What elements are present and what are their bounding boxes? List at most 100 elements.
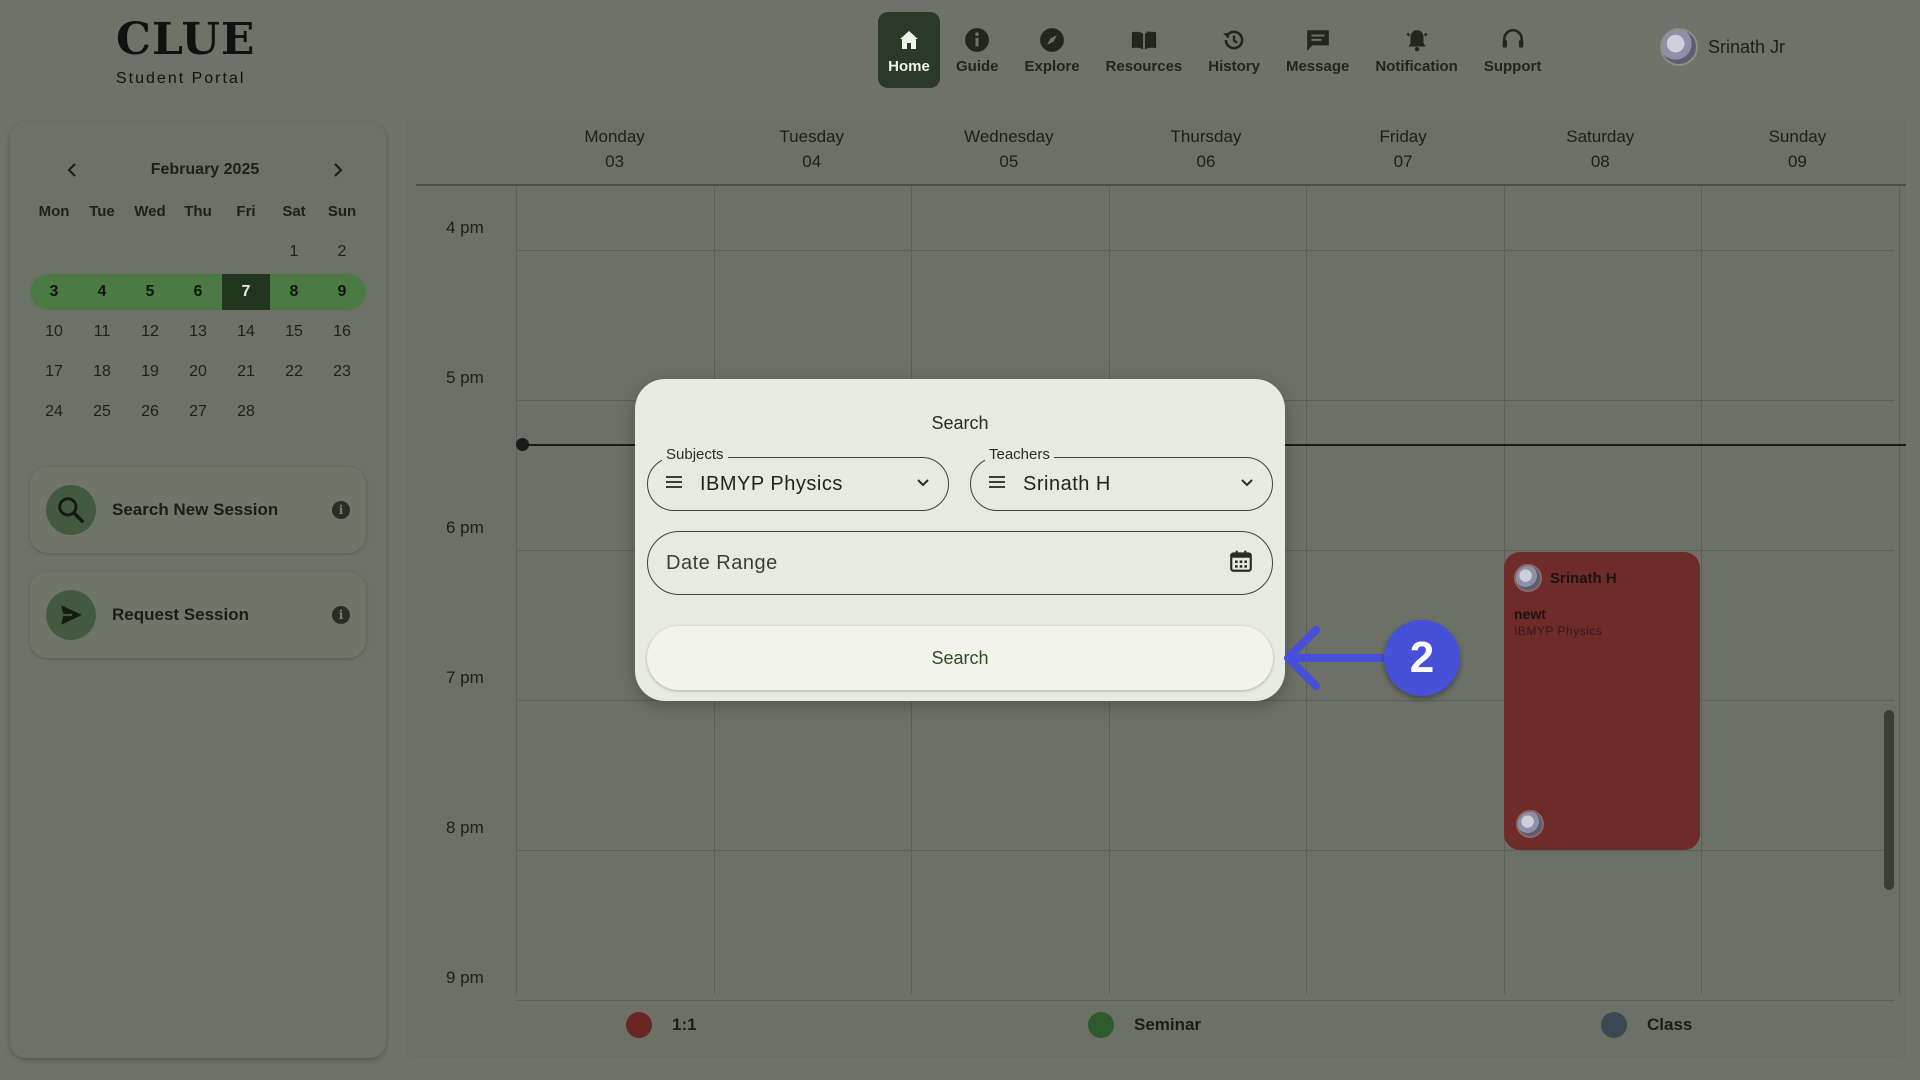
event-subject: IBMYP Physics: [1514, 624, 1603, 638]
calendar-day[interactable]: 20: [174, 354, 222, 390]
top-bar: CLUE Student Portal Home Guide Explore R…: [0, 0, 1920, 100]
nav-label: Explore: [1024, 57, 1080, 75]
calendar-day[interactable]: 4: [78, 274, 126, 310]
send-icon: [46, 590, 96, 640]
calendar-day[interactable]: 11: [78, 314, 126, 350]
day-name: Tuesday: [779, 127, 844, 146]
day-headers: Monday 03 Tuesday 04 Wednesday 05 Thursday 06 Fr…: [516, 120, 1896, 182]
calendar-day[interactable]: 14: [222, 314, 270, 350]
calendar-day[interactable]: 24: [30, 394, 78, 430]
logo-title: CLUE: [116, 14, 256, 65]
day-header: Saturday 08: [1502, 120, 1699, 182]
info-icon[interactable]: i: [332, 606, 350, 624]
search-icon: [46, 485, 96, 535]
calendar-day[interactable]: 7: [222, 274, 270, 310]
empty-day-cell: [78, 234, 126, 270]
book-icon: [1130, 26, 1158, 54]
nav-notification[interactable]: Notification: [1365, 12, 1468, 88]
day-header: Monday 03: [516, 120, 713, 182]
calendar-day[interactable]: 19: [126, 354, 174, 390]
calendar-day[interactable]: 15: [270, 314, 318, 350]
legend-dot: [626, 1012, 652, 1038]
time-label: 8 pm: [446, 818, 484, 837]
request-session-button[interactable]: Request Session i: [30, 572, 366, 658]
nav-label: Resources: [1105, 57, 1183, 75]
calendar-day[interactable]: 25: [78, 394, 126, 430]
calendar-day[interactable]: 28: [222, 394, 270, 430]
subjects-value: IBMYP Physics: [700, 472, 843, 495]
calendar-day[interactable]: 2: [318, 234, 366, 270]
modal-title: Search: [931, 413, 989, 433]
grid-column-line: [1701, 186, 1702, 994]
weekday-label: Sun: [327, 203, 357, 220]
chevron-right-icon[interactable]: [326, 158, 350, 182]
event-teacher: Srinath H: [1550, 569, 1617, 587]
search-button[interactable]: Search: [647, 626, 1273, 690]
grid-column-line: [1306, 186, 1307, 994]
weekday-label: Fri: [236, 203, 256, 220]
scrollbar[interactable]: [1884, 710, 1894, 890]
nav-history[interactable]: History: [1198, 12, 1270, 88]
calendar-day[interactable]: 21: [222, 354, 270, 390]
nav-home[interactable]: Home: [878, 12, 940, 88]
calendar-week-row[interactable]: 24 25 26 27 28: [30, 392, 366, 432]
weekday-label: Wed: [134, 203, 166, 220]
calendar-day[interactable]: 8: [270, 274, 318, 310]
empty-day-cell: [126, 234, 174, 270]
nav-label: Support: [1483, 57, 1542, 75]
calendar-day[interactable]: 1: [270, 234, 318, 270]
nav-guide[interactable]: Guide: [946, 12, 1009, 88]
bell-icon: [1403, 26, 1431, 54]
calendar-day[interactable]: 6: [174, 274, 222, 310]
calendar-day[interactable]: 3: [30, 274, 78, 310]
step-badge: 2: [1384, 620, 1460, 696]
calendar-day[interactable]: 13: [174, 314, 222, 350]
search-new-session-label: Search New Session: [112, 500, 279, 519]
calendar-day[interactable]: 9: [318, 274, 366, 310]
day-date: 03: [605, 152, 625, 171]
weekday-header-row: Mon Tue Wed Thu Fri Sat Sun: [30, 192, 366, 232]
time-label: 5 pm: [446, 368, 484, 387]
info-icon: [963, 26, 991, 54]
mini-calendar-grid: Mon Tue Wed Thu Fri Sat Sun 1 2 3 4 5 6 7 8 9 10 11 12 13 14…: [30, 192, 366, 432]
calendar-day[interactable]: 5: [126, 274, 174, 310]
teachers-label: Teachers: [985, 446, 1054, 463]
user-menu[interactable]: Srinath Jr: [1660, 28, 1785, 66]
session-event[interactable]: Srinath H newt IBMYP Physics: [1504, 552, 1700, 850]
calendar-day[interactable]: 16: [318, 314, 366, 350]
nav-label: Message: [1285, 57, 1350, 75]
nav-resources[interactable]: Resources: [1096, 12, 1193, 88]
home-icon: [895, 26, 923, 54]
calendar-icon[interactable]: [1228, 548, 1254, 579]
legend-item: Class: [1601, 1012, 1692, 1038]
chevron-down-icon: [916, 475, 930, 493]
calendar-day[interactable]: 17: [30, 354, 78, 390]
logo[interactable]: CLUE Student Portal: [116, 18, 256, 88]
teachers-select[interactable]: Teachers Srinath H: [970, 446, 1273, 511]
calendar-day[interactable]: 10: [30, 314, 78, 350]
list-icon: [989, 475, 1005, 494]
calendar-week-row[interactable]: 12: [30, 232, 366, 272]
calendar-week-row[interactable]: 3456789: [30, 274, 366, 310]
legend-label: Class: [1647, 1015, 1693, 1034]
calendar-day[interactable]: 27: [174, 394, 222, 430]
chevron-left-icon[interactable]: [60, 158, 84, 182]
calendar-day[interactable]: 18: [78, 354, 126, 390]
subjects-select[interactable]: Subjects IBMYP Physics: [647, 446, 949, 511]
calendar-day[interactable]: 23: [318, 354, 366, 390]
calendar-day[interactable]: 22: [270, 354, 318, 390]
calendar-day[interactable]: 26: [126, 394, 174, 430]
day-date: 08: [1590, 152, 1610, 171]
day-name: Sunday: [1768, 127, 1827, 146]
nav-message[interactable]: Message: [1276, 12, 1359, 88]
nav-explore[interactable]: Explore: [1015, 12, 1090, 88]
nav-support[interactable]: Support: [1474, 12, 1552, 88]
search-new-session-button[interactable]: Search New Session i: [30, 467, 366, 553]
compass-icon: [1038, 26, 1066, 54]
info-icon[interactable]: i: [332, 501, 350, 519]
date-range-field[interactable]: Date Range: [647, 531, 1273, 595]
calendar-week-row[interactable]: 17 18 19 20 21 22 23: [30, 352, 366, 392]
calendar-week-row[interactable]: 10 11 12 13 14 15 16: [30, 312, 366, 352]
legend-item: Seminar: [1088, 1012, 1201, 1038]
calendar-day[interactable]: 12: [126, 314, 174, 350]
